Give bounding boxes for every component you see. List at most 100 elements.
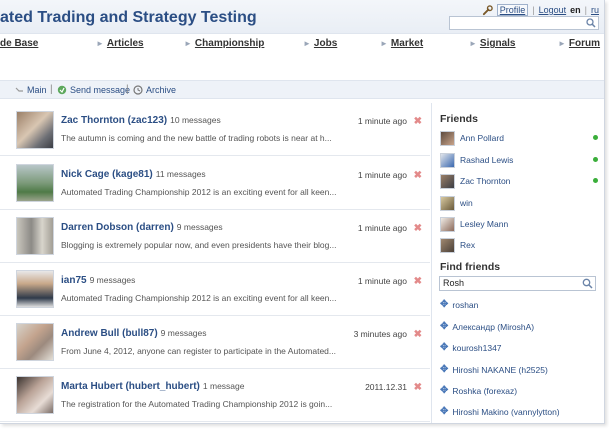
lang-ru-link[interactable]: ru	[591, 5, 599, 15]
find-friends-heading: Find friends	[440, 261, 501, 273]
friend-suggestion[interactable]: ✥ Александр (MiroshA)	[440, 321, 534, 332]
message-preview: Automated Trading Championship 2012 is a…	[61, 293, 337, 303]
message-count: 9 messages	[176, 222, 223, 232]
conversation-list: Zac Thornton (zac123) 10 messages The aut…	[0, 103, 432, 423]
archive-link[interactable]: Archive	[133, 85, 176, 95]
delete-icon[interactable]: ✖	[414, 382, 422, 393]
message-preview: The registration for the Automated Tradi…	[61, 399, 333, 409]
sender-name[interactable]: Nick Cage (kage81) 11 messages	[61, 169, 206, 180]
sender-label: Zac Thornton (zac123)	[61, 115, 168, 126]
conversation-row[interactable]: Darren Dobson (darren) 9 messages Bloggin…	[0, 210, 430, 263]
nav-championship[interactable]: ► Championship	[184, 38, 264, 49]
friend-item[interactable]: Rex	[440, 237, 600, 253]
sidebar: Friends Ann Pollard Rashad Lewis Zac Tho…	[433, 103, 604, 423]
avatar	[16, 376, 54, 414]
separator: |	[532, 5, 535, 15]
conversation-row[interactable]: Andrew Bull (bull87) 9 messages From June…	[0, 316, 430, 369]
arrow-icon: ►	[469, 39, 477, 48]
find-friends-value: Rosh	[443, 278, 465, 288]
delete-icon[interactable]: ✖	[414, 170, 422, 181]
message-preview: Blogging is extremely popular now, and e…	[61, 240, 337, 250]
logout-link[interactable]: Logout	[539, 5, 567, 15]
nav-articles[interactable]: ► Articles	[96, 38, 144, 49]
nav-jobs[interactable]: ► Jobs	[303, 38, 337, 49]
search-icon[interactable]	[586, 18, 596, 28]
separator: |	[126, 84, 129, 95]
message-preview: From June 4, 2012, anyone can register t…	[61, 346, 336, 356]
add-icon: ✥	[440, 299, 449, 310]
delete-icon[interactable]: ✖	[414, 223, 422, 234]
archive-icon	[133, 85, 143, 95]
separator: |	[584, 5, 587, 15]
friend-item[interactable]: win	[440, 195, 600, 211]
avatar	[440, 195, 455, 211]
friends-heading: Friends	[440, 113, 478, 125]
friend-name: Ann Pollard	[460, 133, 504, 143]
friend-item[interactable]: Rashad Lewis	[440, 152, 600, 168]
conversation-row[interactable]: Zac Thornton (zac123) 10 messages The aut…	[0, 103, 430, 156]
sender-name[interactable]: Zac Thornton (zac123) 10 messages	[61, 115, 221, 126]
nav-label: Articles	[106, 38, 144, 49]
archive-label: Archive	[146, 85, 177, 95]
find-friends-input[interactable]: Rosh	[439, 276, 596, 291]
delete-icon[interactable]: ✖	[414, 116, 422, 127]
nav-market[interactable]: ► Market	[380, 38, 423, 49]
suggestion-label: kourosh1347	[452, 342, 502, 353]
avatar	[16, 217, 54, 255]
avatar	[16, 164, 54, 202]
search-icon[interactable]	[582, 278, 593, 289]
sender-label: ian75	[61, 275, 87, 286]
arrow-icon: ►	[558, 39, 566, 48]
friend-suggestion[interactable]: ✥ Roshka (forexaz)	[440, 385, 517, 396]
suggestion-label: Александр (MiroshA)	[452, 321, 535, 332]
sender-name[interactable]: Darren Dobson (darren) 9 messages	[61, 222, 223, 233]
site-title: ated Trading and Strategy Testing	[0, 9, 257, 26]
avatar	[440, 237, 455, 253]
friend-suggestion[interactable]: ✥ Hiroshi NAKANE (h2525)	[440, 364, 548, 375]
online-indicator	[593, 135, 598, 140]
lang-en-link[interactable]: en	[570, 5, 581, 15]
message-icon	[57, 85, 67, 95]
wrench-icon	[482, 4, 493, 15]
conversation-row[interactable]: Nick Cage (kage81) 11 messages Automated …	[0, 157, 430, 210]
friend-item[interactable]: Zac Thornton	[440, 173, 600, 189]
online-indicator	[593, 157, 598, 162]
nav-code-base[interactable]: de Base	[0, 38, 38, 49]
friend-item[interactable]: Lesley Mann	[440, 216, 600, 232]
delete-icon[interactable]: ✖	[414, 276, 422, 287]
profile-link[interactable]: Profile	[496, 4, 529, 16]
conversation-row[interactable]: Marta Hubert (hubert_hubert) 1 message Th…	[0, 369, 430, 422]
message-count: 11 messages	[155, 169, 206, 179]
message-time: 2011.12.31	[365, 382, 407, 392]
main-link[interactable]: Main	[15, 85, 47, 95]
message-preview: Automated Trading Championship 2012 is a…	[61, 187, 337, 197]
online-indicator	[593, 178, 598, 183]
account-links: Profile | Logout en | ru	[482, 4, 599, 16]
nav-label: Forum	[568, 38, 601, 49]
friend-item[interactable]: Ann Pollard	[440, 130, 600, 146]
message-time: 1 minute ago	[357, 276, 407, 286]
nav-forum[interactable]: ► Forum	[558, 38, 600, 49]
conversation-row[interactable]: ian75 9 messages Automated Trading Champi…	[0, 263, 430, 316]
add-icon: ✥	[440, 406, 449, 417]
sender-name[interactable]: ian75 9 messages	[61, 275, 135, 286]
sender-name[interactable]: Marta Hubert (hubert_hubert) 1 message	[61, 381, 245, 392]
sender-name[interactable]: Andrew Bull (bull87) 9 messages	[61, 328, 207, 339]
nav-label: Market	[390, 38, 424, 49]
friend-suggestion[interactable]: ✥ Hiroshi Makino (vannylytton)	[440, 406, 560, 417]
friend-suggestion[interactable]: ✥ roshan	[440, 299, 478, 310]
messages-submenu: Main | Send message | Archive	[0, 80, 604, 99]
message-time: 3 minutes ago	[353, 329, 407, 339]
avatar	[440, 216, 455, 232]
add-icon: ✥	[440, 385, 449, 396]
delete-icon[interactable]: ✖	[414, 329, 422, 340]
site-search-input[interactable]	[449, 16, 599, 30]
send-message-link[interactable]: Send message	[57, 85, 130, 95]
sender-label: Nick Cage (kage81)	[61, 169, 153, 180]
nav-label: Signals	[479, 38, 516, 49]
nav-signals[interactable]: ► Signals	[469, 38, 516, 49]
nav-label: Championship	[194, 38, 265, 49]
message-count: 9 messages	[160, 328, 207, 338]
arrow-icon	[15, 87, 23, 92]
friend-suggestion[interactable]: ✥ kourosh1347	[440, 342, 502, 353]
